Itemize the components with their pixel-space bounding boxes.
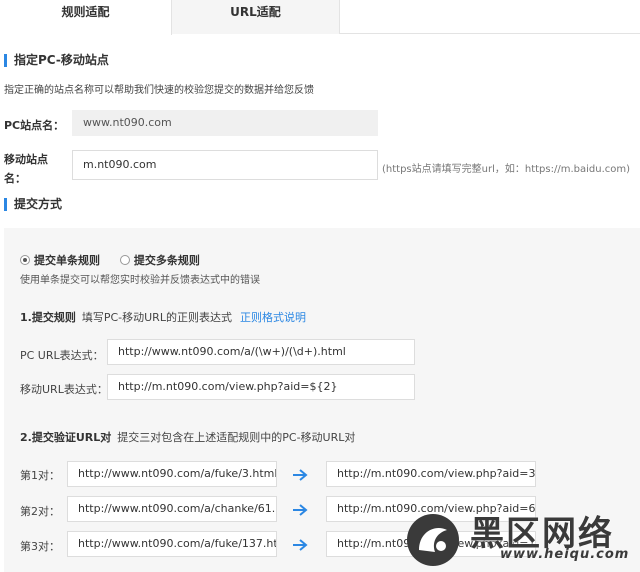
pair2-pc-input[interactable]: http://www.nt090.com/a/chanke/61.html: [67, 496, 277, 522]
radio-single-option[interactable]: 提交单条规则: [20, 252, 100, 268]
mobile-site-hint: (https站点请填写完整url，如：https://m.baidu.com): [382, 164, 631, 175]
radio-checked-icon[interactable]: [20, 255, 30, 265]
radio-multi-option[interactable]: 提交多条规则: [119, 252, 200, 268]
mobile-site-label-line2: 名：: [4, 172, 26, 185]
mode-desc: 使用单条提交可以帮您实时校验并反馈表达式中的错误: [20, 275, 260, 286]
step2-title: 2.提交验证URL对: [20, 431, 112, 444]
tab-rule-adapt[interactable]: 规则适配: [0, 0, 172, 35]
pair3-label: 第3对：: [20, 540, 60, 553]
mobile-url-expr-label: 移动URL表达式：: [20, 383, 108, 396]
step2-header: 2.提交验证URL对 提交三对包含在上述适配规则中的PC-移动URL对: [20, 429, 355, 445]
step1-header: 1.提交规则 填写PC-移动URL的正则表达式 正则格式说明: [20, 309, 306, 325]
step1-desc: 填写PC-移动URL的正则表达式: [81, 311, 232, 324]
tab-bar: 规则适配 URL适配: [0, 0, 640, 35]
mobile-site-label-line1: 移动站点: [4, 153, 48, 166]
mode-radio-group: 提交单条规则 提交多条规则: [20, 252, 216, 268]
mobile-site-input[interactable]: m.nt090.com: [72, 150, 378, 180]
step2-desc: 提交三对包含在上述适配规则中的PC-移动URL对: [117, 431, 356, 444]
regex-help-link[interactable]: 正则格式说明: [240, 311, 306, 324]
step1-title: 1.提交规则: [20, 311, 76, 324]
watermark-url: www.heiqu.com: [500, 547, 630, 562]
watermark-logo-icon: [407, 514, 459, 566]
pair3-pc-input[interactable]: http://www.nt090.com/a/fuke/137.html: [67, 531, 277, 557]
mobile-url-expr-input[interactable]: http://m.nt090.com/view.php?aid=${2}: [107, 374, 415, 400]
pair2-label: 第2对：: [20, 505, 60, 518]
arrow-right-icon: [293, 539, 308, 551]
pair1-mobile-input[interactable]: http://m.nt090.com/view.php?aid=3: [326, 461, 536, 487]
section-desc-site: 指定正确的站点名称可以帮助我们快速的校验您提交的数据并给您反馈: [4, 85, 314, 96]
pc-site-input[interactable]: www.nt090.com: [72, 110, 378, 136]
pc-site-label: PC站点名：: [4, 119, 65, 132]
radio-unchecked-icon[interactable]: [119, 255, 130, 265]
section-title-submit: 提交方式: [4, 198, 62, 211]
arrow-right-icon: [293, 504, 308, 516]
radio-single-label: 提交单条规则: [34, 254, 100, 267]
arrow-right-icon: [293, 469, 308, 481]
section-title-site: 指定PC-移动站点: [4, 54, 109, 67]
tab-url-adapt[interactable]: URL适配: [172, 0, 340, 34]
pair1-pc-input[interactable]: http://www.nt090.com/a/fuke/3.html: [67, 461, 277, 487]
pair1-label: 第1对：: [20, 469, 60, 482]
pc-url-expr-input[interactable]: http://www.nt090.com/a/(\w+)/(\d+).html: [107, 339, 415, 365]
radio-multi-label: 提交多条规则: [133, 254, 200, 267]
pc-url-expr-label: PC URL表达式：: [20, 349, 104, 362]
